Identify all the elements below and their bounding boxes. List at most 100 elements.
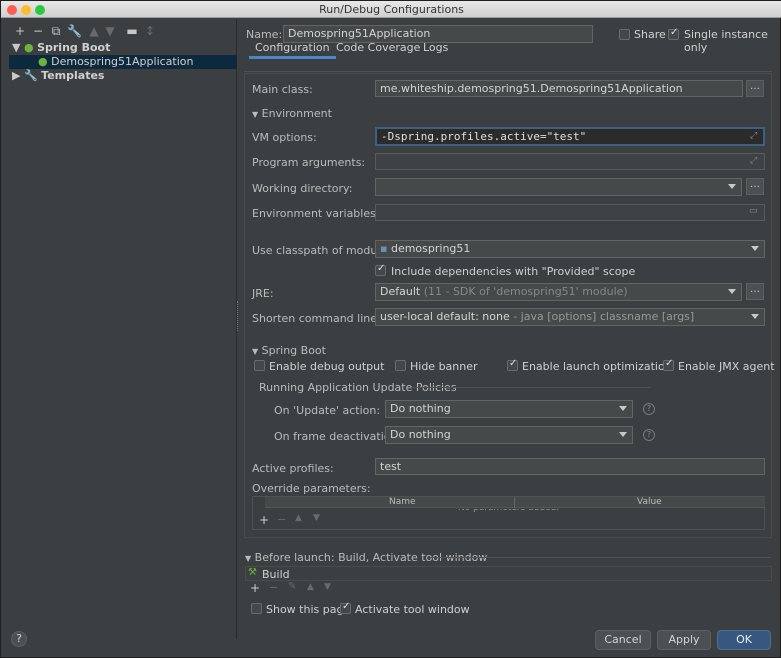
- before-launch-toolbar: + − ✎ ▲ ▼: [245, 581, 772, 597]
- remove-icon[interactable]: −: [31, 24, 45, 38]
- on-frame-deactivation-combo[interactable]: Do nothing: [385, 426, 633, 444]
- vm-options-input[interactable]: -Dspring.profiles.active="test": [375, 127, 765, 146]
- move-down-icon[interactable]: ▼: [313, 513, 320, 523]
- move-up-icon[interactable]: ▲: [295, 513, 302, 523]
- remove-icon[interactable]: −: [277, 513, 286, 526]
- help-icon[interactable]: ?: [11, 631, 27, 647]
- help-icon[interactable]: ?: [643, 429, 655, 441]
- table-header: Name Value: [265, 497, 765, 508]
- expand-arrow-icon: ▶: [12, 69, 21, 82]
- move-down-icon[interactable]: ▼: [103, 24, 117, 38]
- module-icon: ▪: [380, 242, 388, 255]
- tree-item-spring-boot[interactable]: ▼ ● Spring Boot: [12, 41, 110, 55]
- shorten-hint: - java [options] classname [args]: [513, 310, 695, 323]
- tab-code-coverage[interactable]: Code Coverage: [330, 37, 426, 59]
- main-class-label: Main class:: [252, 83, 313, 96]
- single-instance-checkbox[interactable]: [668, 27, 679, 40]
- main-class-input[interactable]: me.whiteship.demospring51.Demospring51Ap…: [375, 80, 743, 97]
- folder-icon[interactable]: ▭: [749, 206, 758, 216]
- override-parameters-label: Override parameters:: [252, 482, 371, 495]
- wrench-icon[interactable]: 🔧: [67, 24, 82, 38]
- hide-banner-label: Hide banner: [410, 360, 478, 373]
- tab-logs[interactable]: Logs: [417, 37, 454, 59]
- tree-item-demospring51application[interactable]: ● Demospring51Application: [38, 55, 194, 69]
- include-provided-label: Include dependencies with "Provided" sco…: [391, 265, 636, 278]
- jre-combo[interactable]: Default (11 - SDK of 'demospring51' modu…: [375, 283, 742, 301]
- environment-section[interactable]: ▼ Environment: [252, 107, 332, 120]
- classpath-module-combo[interactable]: ▪ demospring51: [375, 240, 765, 258]
- move-down-icon[interactable]: ▼: [324, 582, 331, 592]
- shorten-value: user-local default: none: [380, 310, 510, 323]
- collapse-arrow-icon: ▼: [245, 554, 252, 563]
- jre-label: JRE:: [252, 287, 274, 300]
- chevron-down-icon: [619, 432, 627, 437]
- chevron-down-icon: [728, 289, 736, 294]
- expand-field-icon[interactable]: ⤢: [750, 131, 757, 141]
- on-update-combo[interactable]: Do nothing: [385, 400, 633, 418]
- launch-optimization-checkbox[interactable]: [507, 358, 518, 371]
- browse-main-class-button[interactable]: …: [746, 80, 764, 97]
- column-header-value[interactable]: Value: [637, 497, 662, 508]
- update-policies-divider: [411, 387, 651, 388]
- splitter-handle[interactable]: [237, 301, 240, 331]
- on-update-value: Do nothing: [390, 402, 451, 415]
- add-icon[interactable]: +: [13, 24, 27, 38]
- move-up-icon[interactable]: ▲: [307, 582, 314, 592]
- shorten-command-line-label: Shorten command line:: [252, 312, 381, 325]
- spring-boot-section[interactable]: ▼ Spring Boot: [252, 344, 326, 357]
- remove-icon[interactable]: −: [269, 581, 278, 594]
- environment-label: Environment: [261, 107, 332, 120]
- active-profiles-input[interactable]: test: [375, 458, 765, 475]
- jmx-agent-checkbox[interactable]: [663, 358, 674, 371]
- sort-icon[interactable]: ↕: [143, 24, 157, 38]
- tabs-divider: [244, 71, 772, 72]
- program-arguments-label: Program arguments:: [252, 156, 366, 169]
- debug-output-checkbox[interactable]: [254, 360, 265, 371]
- classpath-module-value: demospring51: [390, 242, 471, 255]
- ok-button[interactable]: OK: [717, 630, 771, 650]
- column-header-name[interactable]: Name: [389, 497, 416, 508]
- show-this-page-checkbox[interactable]: [251, 603, 262, 614]
- expand-field-icon[interactable]: ⤢: [750, 156, 757, 166]
- configuration-tree-panel: [1, 19, 237, 639]
- cancel-button[interactable]: Cancel: [595, 630, 651, 650]
- tree-item-templates[interactable]: ▶ 🔧 Templates: [12, 69, 104, 83]
- run-debug-configurations-dialog: Run/Debug Configurations + − ⧉ 🔧 ▲ ▼ ▬ ↕…: [0, 0, 781, 658]
- edit-icon[interactable]: ✎: [288, 581, 296, 592]
- help-icon[interactable]: ?: [643, 403, 655, 415]
- before-launch-list: ⚒ Build: [245, 566, 772, 581]
- spring-boot-icon: ●: [23, 41, 34, 54]
- program-arguments-input[interactable]: [375, 153, 765, 170]
- activate-tool-window-checkbox[interactable]: [340, 601, 351, 614]
- share-label: Share: [634, 28, 666, 41]
- expand-arrow-icon: ▼: [12, 41, 21, 54]
- show-this-page-label: Show this page: [266, 603, 351, 616]
- apply-button[interactable]: Apply: [657, 630, 711, 650]
- jre-value: Default: [380, 285, 421, 298]
- tree-item-label: Demospring51Application: [51, 55, 194, 68]
- include-provided-checkbox[interactable]: [375, 263, 386, 276]
- copy-icon[interactable]: ⧉: [49, 24, 63, 38]
- environment-variables-input[interactable]: [375, 204, 765, 221]
- build-task-label[interactable]: Build: [262, 568, 290, 581]
- on-frame-deactivation-label: On frame deactivation:: [274, 430, 402, 443]
- add-icon[interactable]: +: [259, 513, 269, 527]
- hide-banner-checkbox[interactable]: [395, 360, 406, 371]
- add-icon[interactable]: +: [250, 581, 260, 595]
- debug-output-label: Enable debug output: [269, 360, 385, 373]
- chevron-down-icon: [619, 406, 627, 411]
- browse-jre-button[interactable]: …: [746, 283, 764, 300]
- move-up-icon[interactable]: ▲: [87, 24, 101, 38]
- collapse-arrow-icon: ▼: [252, 110, 259, 119]
- tab-configuration[interactable]: Configuration: [249, 37, 336, 59]
- folder-icon[interactable]: ▬: [125, 24, 139, 38]
- table-toolbar: + − ▲ ▼: [252, 513, 765, 530]
- classpath-module-label: Use classpath of module:: [252, 244, 391, 257]
- share-checkbox[interactable]: [619, 29, 630, 40]
- activate-tool-window-label: Activate tool window: [355, 603, 470, 616]
- column-divider: [514, 497, 515, 508]
- browse-working-directory-button[interactable]: …: [746, 178, 764, 195]
- shorten-command-line-combo[interactable]: user-local default: none - java [options…: [375, 308, 765, 326]
- working-directory-combo[interactable]: [375, 178, 742, 196]
- tree-item-label: Spring Boot: [37, 41, 111, 54]
